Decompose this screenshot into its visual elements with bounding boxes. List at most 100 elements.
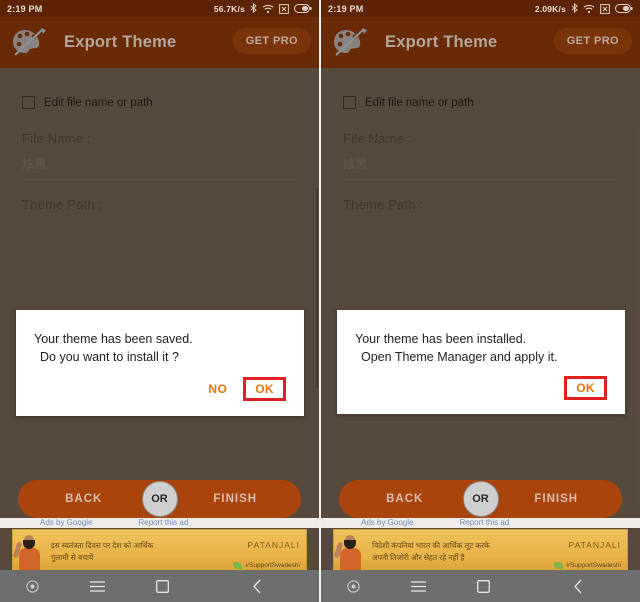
edit-file-name-checkbox[interactable] bbox=[343, 96, 356, 109]
export-form: Edit file name or path File Name : 炫黑 Th… bbox=[321, 68, 640, 212]
edit-file-name-label: Edit file name or path bbox=[365, 96, 474, 109]
edit-file-name-checkbox-row[interactable]: Edit file name or path bbox=[22, 96, 297, 109]
ad-headline: इस स्वतंत्रता दिवस पर देश को आर्थिक गुला… bbox=[47, 540, 208, 563]
dialog-message-line-1: Your theme has been installed. bbox=[355, 332, 527, 346]
finish-button[interactable]: FINISH bbox=[178, 493, 294, 505]
back-button[interactable]: BACK bbox=[347, 493, 463, 505]
ad-brand-name: PATANJALI bbox=[247, 539, 300, 550]
report-this-ad-link[interactable]: Report this ad bbox=[459, 518, 509, 527]
edit-file-name-checkbox[interactable] bbox=[22, 96, 35, 109]
file-name-input[interactable]: 炫黑 bbox=[22, 155, 297, 180]
dialog-ok-highlight: OK bbox=[243, 377, 286, 402]
ad-header: Ads by Google Report this ad bbox=[321, 518, 640, 528]
ads-by-google-label: Ads by Google bbox=[361, 518, 414, 527]
right-screen: 2:19 PM 2.09K/s Export Theme GET PRO Edi… bbox=[321, 0, 640, 602]
dialog-message-line-2: Do you want to install it ? bbox=[40, 350, 179, 365]
save-confirmation-dialog: Your theme has been saved. Do you want t… bbox=[16, 310, 304, 417]
dialog-ok-button[interactable]: OK bbox=[567, 376, 604, 400]
ad-headline-line-1: विदेशी कंपनियां भारत की आर्थिक लूट करके bbox=[372, 541, 490, 551]
palette-icon bbox=[10, 27, 52, 59]
wizard-action-bar: BACK OR FINISH bbox=[339, 480, 622, 518]
vertical-scrollbar[interactable] bbox=[316, 188, 318, 388]
ad-headline-line-2: गुलामी से बचायें bbox=[51, 553, 94, 562]
no-sim-icon bbox=[279, 3, 289, 14]
get-pro-button[interactable]: GET PRO bbox=[553, 28, 632, 54]
ad-hashtag-text: #SupportSwadeshi bbox=[245, 562, 300, 570]
file-name-input[interactable]: 炫黑 bbox=[343, 155, 618, 180]
page-title: Export Theme bbox=[385, 33, 498, 51]
system-nav-bar bbox=[321, 570, 640, 602]
dialog-no-button[interactable]: NO bbox=[196, 376, 239, 402]
ad-hashtag: #SupportSwadeshi bbox=[529, 561, 621, 570]
or-button[interactable]: OR bbox=[141, 481, 178, 517]
no-sim-icon bbox=[600, 3, 610, 14]
wifi-icon bbox=[262, 4, 274, 14]
wifi-icon bbox=[583, 4, 595, 14]
bluetooth-icon bbox=[571, 3, 578, 14]
network-speed-label: 56.7K/s bbox=[213, 3, 245, 14]
wizard-action-bar: BACK OR FINISH bbox=[18, 480, 301, 518]
system-nav-bar bbox=[0, 570, 319, 602]
export-form: Edit file name or path File Name : 炫黑 Th… bbox=[0, 68, 319, 212]
edit-file-name-checkbox-row[interactable]: Edit file name or path bbox=[343, 96, 618, 109]
dialog-message: Your theme has been saved. Do you want t… bbox=[16, 310, 304, 372]
home-icon[interactable] bbox=[451, 579, 516, 593]
back-icon[interactable] bbox=[516, 579, 640, 594]
theme-path-label: Theme Path : bbox=[22, 197, 103, 212]
dialog-actions: NO OK bbox=[16, 372, 304, 416]
dialog-ok-button[interactable]: OK bbox=[246, 377, 283, 401]
status-time: 2:19 PM bbox=[328, 3, 364, 14]
ad-headline-line-2: अपनी तिजोरी और सेहत रहे नहीं है bbox=[372, 553, 465, 562]
or-button[interactable]: OR bbox=[462, 481, 499, 517]
bluetooth-icon bbox=[250, 3, 257, 14]
install-confirmation-dialog: Your theme has been installed. Open Them… bbox=[337, 310, 625, 415]
edit-file-name-label: Edit file name or path bbox=[44, 96, 153, 109]
ad-banner[interactable]: Ads by Google Report this ad विदेशी कंपन… bbox=[321, 518, 640, 570]
dialog-actions: OK bbox=[337, 372, 625, 414]
file-name-label: File Name : bbox=[343, 131, 412, 146]
app-bar: Export Theme GET PRO bbox=[321, 17, 640, 68]
menu-icon[interactable] bbox=[65, 580, 130, 592]
finish-button[interactable]: FINISH bbox=[499, 493, 615, 505]
dialog-message-line-1: Your theme has been saved. bbox=[34, 332, 193, 346]
home-icon[interactable] bbox=[130, 579, 195, 593]
status-bar: 2:19 PM 56.7K/s bbox=[0, 0, 319, 17]
ad-person-image bbox=[13, 530, 47, 570]
menu-icon[interactable] bbox=[386, 580, 451, 592]
left-screen: 2:19 PM 56.7K/s Export Theme GET PRO Edi… bbox=[0, 0, 319, 602]
content-area: Edit file name or path File Name : 炫黑 Th… bbox=[0, 68, 319, 602]
ad-headline-line-1: इस स्वतंत्रता दिवस पर देश को आर्थिक bbox=[51, 541, 154, 551]
status-bar: 2:19 PM 2.09K/s bbox=[321, 0, 640, 17]
dialog-message-line-2: Open Theme Manager and apply it. bbox=[361, 350, 558, 365]
content-area: Edit file name or path File Name : 炫黑 Th… bbox=[321, 68, 640, 602]
ad-banner[interactable]: Ads by Google Report this ad इस स्वतंत्र… bbox=[0, 518, 319, 570]
status-time: 2:19 PM bbox=[7, 3, 43, 14]
back-icon[interactable] bbox=[195, 579, 319, 594]
palette-icon bbox=[331, 27, 373, 59]
screenshot-comparison: 2:19 PM 56.7K/s Export Theme GET PRO Edi… bbox=[0, 0, 640, 602]
leaf-icon bbox=[554, 561, 564, 569]
page-title: Export Theme bbox=[64, 33, 177, 51]
status-icons: 2.09K/s bbox=[535, 3, 633, 14]
ad-headline: विदेशी कंपनियां भारत की आर्थिक लूट करके … bbox=[368, 540, 529, 563]
network-speed-label: 2.09K/s bbox=[534, 3, 566, 14]
back-button[interactable]: BACK bbox=[26, 493, 142, 505]
report-this-ad-link[interactable]: Report this ad bbox=[138, 518, 188, 527]
ad-hashtag-text: #SupportSwadeshi bbox=[566, 562, 621, 570]
ads-by-google-label: Ads by Google bbox=[40, 518, 93, 527]
ad-content[interactable]: विदेशी कंपनियां भारत की आर्थिक लूट करके … bbox=[333, 529, 628, 570]
ad-person-image bbox=[334, 530, 368, 570]
screen-record-icon[interactable] bbox=[321, 579, 386, 593]
app-bar: Export Theme GET PRO bbox=[0, 17, 319, 68]
ad-content[interactable]: इस स्वतंत्रता दिवस पर देश को आर्थिक गुला… bbox=[12, 529, 307, 570]
screen-record-icon[interactable] bbox=[0, 579, 65, 593]
theme-path-label: Theme Path : bbox=[343, 197, 424, 212]
ad-brand-block: PATANJALI #SupportSwadeshi bbox=[529, 535, 627, 569]
dialog-ok-highlight: OK bbox=[564, 376, 607, 401]
battery-icon bbox=[615, 4, 633, 13]
get-pro-button[interactable]: GET PRO bbox=[232, 28, 311, 54]
battery-icon bbox=[294, 4, 312, 13]
ad-brand-name: PATANJALI bbox=[568, 539, 621, 550]
ad-brand-block: PATANJALI #SupportSwadeshi bbox=[208, 535, 306, 569]
ad-hashtag: #SupportSwadeshi bbox=[208, 561, 300, 570]
